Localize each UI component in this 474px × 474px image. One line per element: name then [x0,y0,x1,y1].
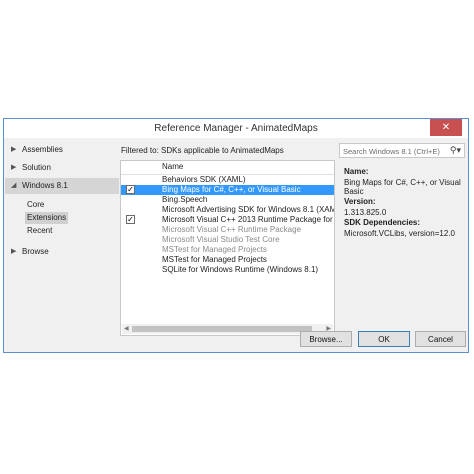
list-item[interactable]: MSTest for Managed Projects [121,245,334,255]
sidebar-item-label: Browse [22,247,49,256]
search-icon[interactable]: ⚲▾ [450,145,461,156]
sidebar-subitem-recent[interactable]: Recent [25,225,54,237]
list-item[interactable]: Microsoft Advertising SDK for Windows 8.… [121,205,334,215]
checkbox[interactable]: ✓ [126,185,135,194]
collapse-arrow-icon: ◢ [11,182,17,189]
browse-button[interactable]: Browse... [300,331,352,347]
list-item[interactable]: Microsoft Visual Studio Test Core [121,235,334,245]
list-item[interactable]: Microsoft Visual C++ Runtime Package [121,225,334,235]
list-item-name: Behaviors SDK (XAML) [162,175,246,184]
button-bar: Browse... OK Cancel [4,326,468,353]
list-item[interactable]: Behaviors SDK (XAML) [121,175,334,185]
expand-arrow-icon: ▶ [11,164,17,171]
list-item[interactable]: MSTest for Managed Projects [121,255,334,265]
sidebar-item-solution[interactable]: ▶ Solution [5,160,119,176]
sidebar-item-windows-8-1[interactable]: ◢ Windows 8.1 [5,178,119,194]
main-panel: Filtered to: SDKs applicable to Animated… [120,138,336,336]
list-item-name: SQLite for Windows Runtime (Windows 8.1) [162,265,319,274]
cancel-button[interactable]: Cancel [415,331,466,347]
sidebar-subitem-core[interactable]: Core [25,199,46,211]
ok-button[interactable]: OK [358,331,410,347]
list-item[interactable]: Bing.Speech [121,195,334,205]
sidebar-subitem-extensions[interactable]: Extensions [25,212,69,224]
list-header[interactable]: Name [121,161,334,175]
window-title: Reference Manager - AnimatedMaps [154,123,318,134]
list-item-name: MSTest for Managed Projects [162,255,267,264]
close-button[interactable]: ✕ [430,119,462,136]
list-item-name: Microsoft Visual C++ 2013 Runtime Packag… [162,215,334,224]
details-deps-label: SDK Dependencies: [344,218,421,227]
list-item[interactable]: ✓ Bing Maps for C#, C++, or Visual Basic [121,185,334,195]
list-item[interactable]: SQLite for Windows Runtime (Windows 8.1) [121,265,334,275]
search-placeholder: Search Windows 8.1 (Ctrl+E) [343,147,440,156]
list-item-name: Bing.Speech [162,195,208,204]
list-item-name: Microsoft Visual Studio Test Core [162,235,280,244]
details-version-label: Version: [344,197,376,206]
list-item-name: Microsoft Advertising SDK for Windows 8.… [162,205,334,214]
list-item-name: Bing Maps for C#, C++, or Visual Basic [162,185,301,194]
sidebar-item-label: Solution [22,163,51,172]
expand-arrow-icon: ▶ [11,146,17,153]
details-deps-value: Microsoft.VCLibs, version=12.0 [344,229,455,238]
search-input[interactable]: Search Windows 8.1 (Ctrl+E) ⚲▾ [339,143,465,158]
sidebar-item-assemblies[interactable]: ▶ Assemblies [5,142,119,158]
list-item[interactable]: ✓ Microsoft Visual C++ 2013 Runtime Packa… [121,215,334,225]
list-item-name: MSTest for Managed Projects [162,245,267,254]
details-name-value: Bing Maps for C#, C++, or Visual [344,178,461,187]
details-name-label: Name: [344,167,369,176]
checkbox[interactable]: ✓ [126,215,135,224]
sdk-list[interactable]: Name Behaviors SDK (XAML) ✓ Bing Maps for … [120,160,335,336]
list-item-name: Microsoft Visual C++ Runtime Package [162,225,302,234]
filter-text: Filtered to: SDKs applicable to Animated… [121,146,284,155]
sidebar: ▶ Assemblies ▶ Solution ◢ Windows 8.1 Co… [5,138,119,349]
title-bar[interactable]: Reference Manager - AnimatedMaps ✕ [4,119,468,138]
details-name-value-cont: Basic [344,187,364,196]
sidebar-item-label: Assemblies [22,145,63,154]
expand-arrow-icon: ▶ [11,248,17,255]
sidebar-item-browse[interactable]: ▶ Browse [5,244,119,260]
sidebar-item-label: Windows 8.1 [22,181,68,190]
details-version-value: 1.313.825.0 [344,208,387,217]
reference-manager-dialog: Reference Manager - AnimatedMaps ✕ ▶ Ass… [3,118,469,353]
column-header-name[interactable]: Name [162,162,183,171]
